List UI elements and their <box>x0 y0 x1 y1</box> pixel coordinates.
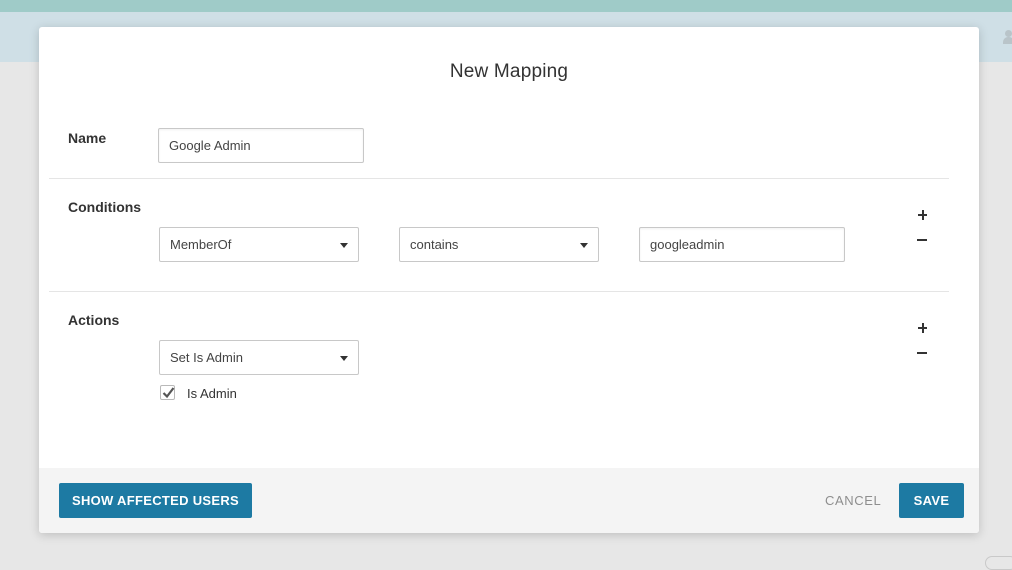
app-top-bar <box>0 0 1012 12</box>
remove-condition-minus-icon[interactable] <box>916 233 930 247</box>
actions-label: Actions <box>68 312 120 328</box>
action-select[interactable]: Set Is Admin <box>159 340 359 375</box>
name-input[interactable] <box>158 128 364 163</box>
save-button[interactable]: SAVE <box>899 483 964 518</box>
action-select-value: Set Is Admin <box>170 350 243 365</box>
show-affected-users-button[interactable]: SHOW AFFECTED USERS <box>59 483 252 518</box>
is-admin-label: Is Admin <box>187 386 237 401</box>
remove-action-minus-icon[interactable] <box>916 346 930 360</box>
chevron-down-icon <box>580 243 588 248</box>
modal-title: New Mapping <box>449 61 569 82</box>
modal-footer: SHOW AFFECTED USERS CANCEL SAVE <box>39 468 979 533</box>
user-icon <box>1000 30 1012 44</box>
section-divider <box>49 291 949 292</box>
condition-operator-select[interactable]: contains <box>399 227 599 262</box>
section-divider <box>49 178 949 179</box>
condition-operator-value: contains <box>410 237 459 252</box>
condition-attribute-value: MemberOf <box>170 237 232 252</box>
chevron-down-icon <box>340 243 348 248</box>
is-admin-checkbox[interactable] <box>160 385 175 400</box>
name-label: Name <box>68 130 107 146</box>
add-action-plus-icon[interactable] <box>916 321 930 335</box>
condition-attribute-select[interactable]: MemberOf <box>159 227 359 262</box>
new-mapping-modal: New Mapping Name Conditions MemberOf con… <box>39 27 979 533</box>
cancel-button[interactable]: CANCEL <box>825 493 881 508</box>
condition-value-input[interactable] <box>639 227 845 262</box>
background-control <box>985 556 1012 570</box>
chevron-down-icon <box>340 356 348 361</box>
conditions-label: Conditions <box>68 199 142 215</box>
add-condition-plus-icon[interactable] <box>916 208 930 222</box>
checkmark-icon <box>162 387 175 399</box>
